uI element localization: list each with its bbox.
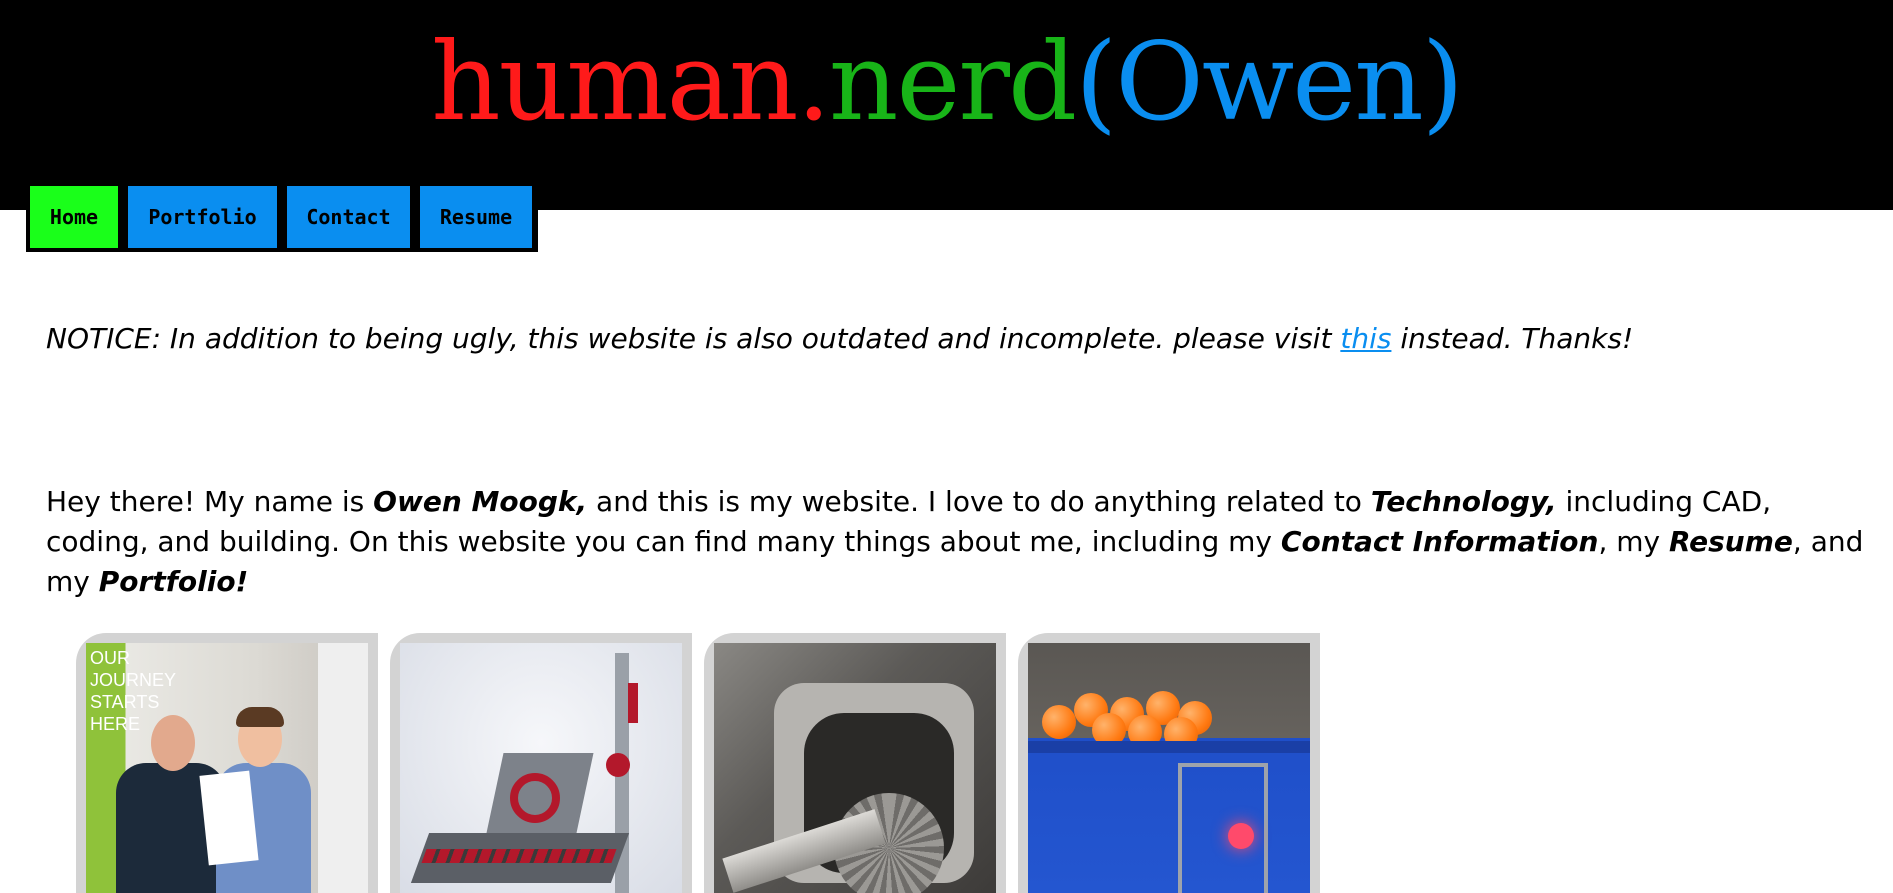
robotics-field-photo	[1028, 643, 1310, 893]
site-logo: human.nerd(Owen)	[0, 18, 1893, 148]
notice-link[interactable]: this	[1340, 322, 1391, 355]
notice-text-after: instead. Thanks!	[1391, 322, 1634, 355]
photo-gallery: OUR JOURNEY STARTS HERE	[76, 633, 1320, 893]
intro-contact: Contact Information	[1280, 525, 1599, 558]
gallery-card-robotics[interactable]	[1018, 633, 1320, 893]
award-photo: OUR JOURNEY STARTS HERE	[86, 643, 368, 893]
certificate	[199, 770, 259, 866]
gearbox-photo	[714, 643, 996, 893]
intro-technology: Technology,	[1370, 485, 1557, 518]
nav-portfolio-button[interactable]: Portfolio	[128, 186, 277, 248]
intro-text-2: and this is my website. I love to do any…	[587, 485, 1371, 518]
site-header: human.nerd(Owen)	[0, 0, 1893, 210]
logo-part-human: human.	[431, 20, 831, 145]
intro-text-1: Hey there! My name is	[46, 485, 374, 518]
intro-name: Owen Moogk,	[373, 485, 588, 518]
nav-resume-button[interactable]: Resume	[420, 186, 532, 248]
intro-portfolio: Portfolio!	[98, 565, 249, 598]
gallery-card-cad[interactable]	[390, 633, 692, 893]
main-nav: Home Portfolio Contact Resume	[26, 182, 538, 252]
nav-contact-button[interactable]: Contact	[287, 186, 410, 248]
notice-text-before: NOTICE: In addition to being ugly, this …	[46, 322, 1341, 355]
logo-part-owen: (Owen)	[1075, 20, 1464, 145]
cad-robot-render	[400, 643, 682, 893]
gallery-card-award[interactable]: OUR JOURNEY STARTS HERE	[76, 633, 378, 893]
gallery-card-gearbox[interactable]	[704, 633, 1006, 893]
nav-home-button[interactable]: Home	[30, 186, 118, 248]
intro-resume: Resume	[1668, 525, 1793, 558]
intro-text-4: , my	[1598, 525, 1669, 558]
outdated-notice: NOTICE: In addition to being ugly, this …	[46, 322, 1866, 355]
intro-paragraph: Hey there! My name is Owen Moogk, and th…	[46, 482, 1866, 602]
logo-part-nerd: nerd	[828, 20, 1077, 145]
